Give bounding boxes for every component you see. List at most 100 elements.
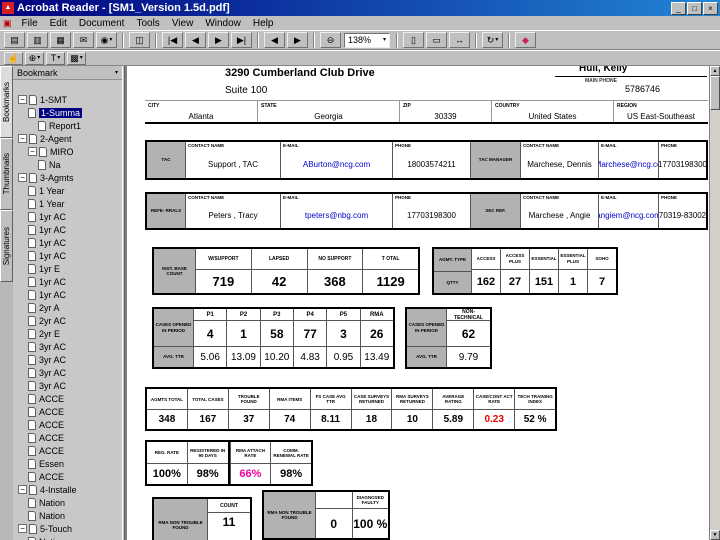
cell-value: 5.89 <box>433 409 474 429</box>
bookmark-item[interactable]: 3yr AC <box>15 353 122 366</box>
bookmark-item[interactable]: − 1-SMT <box>15 93 122 106</box>
bookmark-item[interactable]: 1yr AC <box>15 275 122 288</box>
bookmark-item[interactable]: 3yr AC <box>15 340 122 353</box>
tab-thumbnails[interactable]: Thumbnails <box>0 138 13 210</box>
bookmark-item[interactable]: ACCE <box>15 470 122 483</box>
bookmark-item[interactable]: ACCE <box>15 392 122 405</box>
go-forward-button[interactable]: ▶ <box>287 32 308 48</box>
first-page-button[interactable]: |◀ <box>162 32 183 48</box>
menu-tools[interactable]: Tools <box>130 18 165 29</box>
prev-page-button[interactable]: ◀ <box>185 32 206 48</box>
menu-window[interactable]: Window <box>199 18 247 29</box>
bookmark-item[interactable]: 2yr A <box>15 301 122 314</box>
hand-tool[interactable]: ☝ <box>4 51 23 65</box>
panel-menu-icon[interactable]: ▾ <box>115 70 118 76</box>
menu-view[interactable]: View <box>166 18 200 29</box>
bookmark-item[interactable]: Essen <box>15 457 122 470</box>
collapse-icon[interactable]: − <box>18 134 27 143</box>
bookmark-page-icon <box>28 328 36 339</box>
bookmark-item[interactable]: − 5-Touch <box>15 522 122 535</box>
close-button[interactable]: × <box>703 1 718 15</box>
zoom-level-select[interactable]: 138% ▾ <box>344 32 390 48</box>
tab-signatures[interactable]: Signatures <box>0 210 13 282</box>
find-button[interactable]: ◉ ▾ <box>96 32 117 48</box>
zoom-out-button[interactable]: ⊖ <box>320 32 341 48</box>
bookmark-page-icon <box>29 133 37 144</box>
actual-size-button[interactable]: ▯ <box>403 32 424 48</box>
email-link[interactable]: tpeters@nbg.com <box>281 203 392 228</box>
text-select-tool[interactable]: T ▾ <box>46 51 65 65</box>
go-back-button[interactable]: ◀ <box>264 32 285 48</box>
zoom-in-tool[interactable]: ⊕ ▾ <box>25 51 44 65</box>
bookmark-item[interactable]: − 3-Agmts <box>15 171 122 184</box>
email-button[interactable]: ✉ <box>73 32 94 48</box>
menu-file[interactable]: File <box>16 18 44 29</box>
bookmark-item[interactable]: 1yr AC <box>15 236 122 249</box>
scroll-down-icon[interactable]: ▼ <box>710 530 720 540</box>
cell-value: 11 <box>208 512 250 540</box>
bookmark-page-icon <box>28 393 36 404</box>
vertical-scrollbar[interactable]: ▲ ▼ <box>710 66 720 540</box>
bookmark-item[interactable]: 2yr AC <box>15 314 122 327</box>
collapse-icon[interactable]: − <box>18 524 27 533</box>
bookmark-item[interactable]: 1-Summa <box>15 106 122 119</box>
bookmark-item[interactable]: Nation <box>15 496 122 509</box>
open-file-button[interactable]: ▤ <box>4 32 25 48</box>
stats-table: AGMTS TOTAL 348 TOTAL CASES 167 TROUBLE FOUN… <box>145 387 557 431</box>
first-page-icon: |◀ <box>167 34 178 45</box>
next-page-button[interactable]: ▶ <box>208 32 229 48</box>
show-hide-nav-button[interactable]: ◫ <box>129 32 150 48</box>
collapse-icon[interactable]: − <box>18 173 27 182</box>
bookmark-item[interactable]: 1 Year <box>15 197 122 210</box>
menu-document[interactable]: Document <box>73 18 131 29</box>
minimize-button[interactable]: _ <box>671 1 686 15</box>
bookmark-item[interactable]: 3yr AC <box>15 366 122 379</box>
bookmark-page-icon <box>28 341 36 352</box>
bookmark-item[interactable]: ACCE <box>15 418 122 431</box>
rotate-view-button[interactable]: ↻ ▾ <box>482 32 503 48</box>
bookmark-item[interactable]: ACCE <box>15 431 122 444</box>
menu-help[interactable]: Help <box>247 18 280 29</box>
fit-in-window-button[interactable]: ▭ <box>426 32 447 48</box>
collapse-icon[interactable]: − <box>18 95 27 104</box>
bookmark-item[interactable]: 1yr AC <box>15 249 122 262</box>
bookmark-item[interactable]: Nation <box>15 535 122 540</box>
maximize-button[interactable]: □ <box>687 1 702 15</box>
cell-value: 13.49 <box>360 346 393 367</box>
email-link[interactable]: DMarchese@ncg.com <box>599 151 658 178</box>
email-link[interactable]: ABurton@ncg.com <box>281 151 392 178</box>
email-link[interactable]: angiem@ncg.com <box>599 203 658 228</box>
bookmark-item[interactable]: Nation <box>15 509 122 522</box>
bookmark-item[interactable]: Na <box>15 158 122 171</box>
bookmark-item[interactable]: − 4-Installe <box>15 483 122 496</box>
bookmark-item[interactable]: 1yr E <box>15 262 122 275</box>
cell-value: 719 <box>196 269 251 293</box>
last-page-button[interactable]: ▶| <box>231 32 252 48</box>
window-title: Acrobat Reader - [SM1_Version 1.5d.pdf] <box>17 2 230 14</box>
bookmark-item[interactable]: 1yr AC <box>15 223 122 236</box>
bookmark-item[interactable]: − 2-Agent <box>15 132 122 145</box>
bookmark-item[interactable]: 1yr AC <box>15 210 122 223</box>
fit-width-button[interactable]: ↔ <box>449 32 470 48</box>
graphics-select-tool[interactable]: ▩ ▾ <box>67 51 86 65</box>
bookmark-item[interactable]: ACCE <box>15 444 122 457</box>
cell-value: 368 <box>307 269 363 293</box>
menu-edit[interactable]: Edit <box>44 18 73 29</box>
print-button[interactable]: ▦ <box>50 32 71 48</box>
table-column: REGION US East-Southeast <box>613 101 708 122</box>
collapse-icon[interactable]: − <box>18 485 27 494</box>
bookmark-item[interactable]: − MIRO <box>15 145 122 158</box>
scrollbar-thumb[interactable] <box>710 76 720 110</box>
bookmark-item[interactable]: 1yr AC <box>15 288 122 301</box>
bookmark-item[interactable]: 2yr E <box>15 327 122 340</box>
acrobat-online-button[interactable]: ◆ <box>515 32 536 48</box>
tab-bookmarks[interactable]: Bookmarks <box>0 66 13 138</box>
scroll-up-icon[interactable]: ▲ <box>710 66 720 76</box>
table-column: AGMTS TOTAL 348 <box>147 389 187 429</box>
bookmark-item[interactable]: Report1 <box>15 119 122 132</box>
collapse-icon[interactable]: − <box>28 147 37 156</box>
bookmark-item[interactable]: 3yr AC <box>15 379 122 392</box>
bookmark-item[interactable]: 1 Year <box>15 184 122 197</box>
bookmark-item[interactable]: ACCE <box>15 405 122 418</box>
save-copy-button[interactable]: ▥ <box>27 32 48 48</box>
